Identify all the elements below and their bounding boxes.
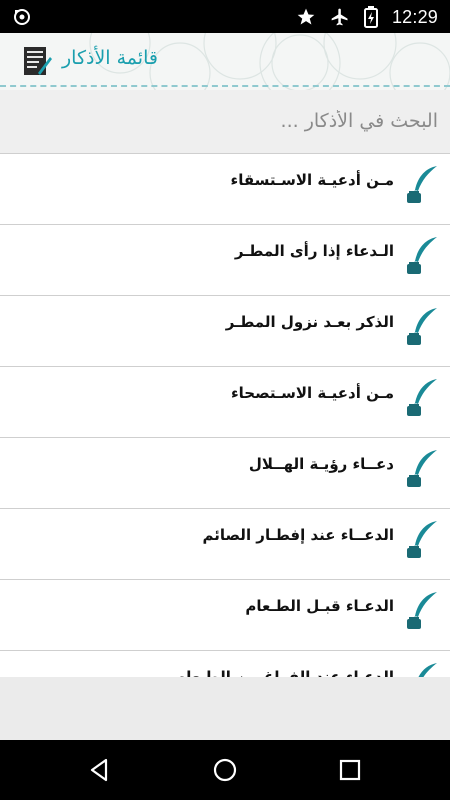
home-icon[interactable] [211, 756, 239, 784]
list-item-label: الدعــاء عند إفطـار الصائم [202, 526, 395, 544]
document-list-icon [24, 47, 52, 75]
clock: 12:29 [391, 6, 438, 27]
list-item-label: الـدعاء إذا رأى المطـر [234, 242, 394, 260]
dhikr-list: مـن أدعيـة الاسـتسقاء الـدعاء إذا رأى ال… [0, 154, 450, 677]
quill-ink-icon [407, 166, 437, 203]
sync-icon [14, 9, 30, 25]
list-item[interactable]: الـدعاء إذا رأى المطـر [0, 225, 450, 296]
divider [0, 85, 450, 87]
list-item[interactable]: الدعـاء قبـل الطـعام [0, 580, 450, 651]
list-item-label: الذكر بعـد نزول المطـر [225, 313, 394, 331]
quill-ink-icon [407, 521, 437, 558]
status-bar: 12:29 [0, 0, 450, 33]
app-bar: قائمة الأذكار [0, 33, 450, 90]
back-icon[interactable] [86, 756, 114, 784]
list-item-label: الدعـاء عند الفراغ من الطـعام [175, 668, 394, 677]
list-item-label: الدعـاء قبـل الطـعام [245, 597, 394, 615]
recents-icon[interactable] [336, 756, 364, 784]
quill-ink-icon [418, 663, 437, 677]
quill-ink-icon [407, 308, 437, 345]
quill-ink-icon [407, 237, 437, 274]
quill-ink-icon [407, 450, 437, 487]
navigation-bar [0, 740, 450, 800]
list-item[interactable]: مـن أدعيـة الاسـتسقاء [0, 154, 450, 225]
battery-icon [363, 6, 378, 28]
empty-area [0, 677, 450, 740]
list-item[interactable]: الذكر بعـد نزول المطـر [0, 296, 450, 367]
star-icon [297, 8, 315, 25]
search-bar [0, 90, 450, 154]
page-title: قائمة الأذكار [62, 47, 158, 69]
quill-ink-icon [407, 592, 437, 629]
list-item[interactable]: مـن أدعيـة الاسـتصحاء [0, 367, 450, 438]
search-input[interactable] [12, 100, 440, 142]
list-item-label: مـن أدعيـة الاسـتصحاء [231, 384, 394, 402]
quill-ink-icon [407, 379, 437, 416]
airplane-icon [331, 8, 348, 26]
list-item[interactable]: الدعـاء عند الفراغ من الطـعام [0, 651, 450, 677]
list-item-label: مـن أدعيـة الاسـتسقاء [230, 171, 394, 189]
list-item[interactable]: الدعــاء عند إفطـار الصائم [0, 509, 450, 580]
list-item-label: دعــاء رؤيـة الهــلال [248, 455, 394, 473]
list-item[interactable]: دعــاء رؤيـة الهــلال [0, 438, 450, 509]
